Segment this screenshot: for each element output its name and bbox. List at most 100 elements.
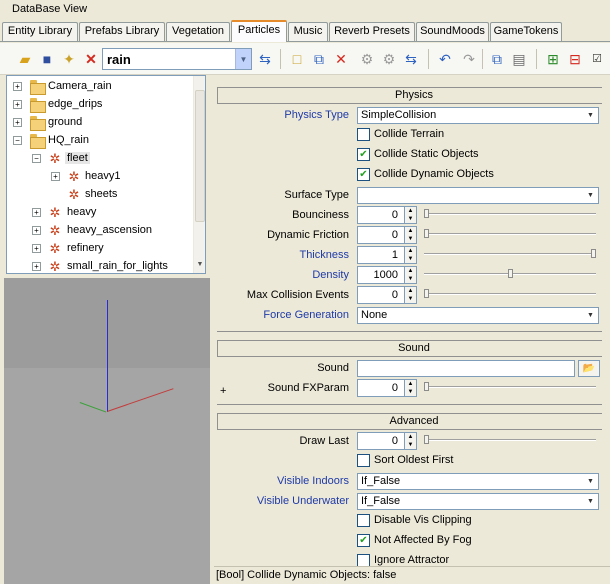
assign-icon[interactable]: ⚙: [358, 50, 376, 68]
bounciness-slider[interactable]: [424, 209, 596, 218]
density-input[interactable]: 1000: [357, 266, 405, 284]
force-generation-select[interactable]: None ▼: [357, 307, 599, 324]
spin-down-icon[interactable]: ▼: [405, 388, 416, 396]
collide-dynamic-checkbox[interactable]: ✔: [357, 168, 370, 181]
tree-item[interactable]: − HQ_rain: [7, 132, 193, 150]
spin-down-icon[interactable]: ▼: [405, 441, 416, 449]
tab-reverb-presets[interactable]: Reverb Presets: [329, 22, 415, 41]
thickness-spinner[interactable]: ▲ ▼: [405, 246, 417, 264]
collide-static-checkbox[interactable]: ✔: [357, 148, 370, 161]
tree-item[interactable]: + ✲ heavy: [7, 204, 193, 222]
dynamic-friction-spinner[interactable]: ▲ ▼: [405, 226, 417, 244]
chevron-down-icon[interactable]: ▼: [584, 475, 597, 488]
thickness-slider[interactable]: [424, 249, 596, 258]
sort-oldest-first-checkbox[interactable]: [357, 454, 370, 467]
spin-up-icon[interactable]: ▲: [405, 433, 416, 441]
collide-terrain-checkbox[interactable]: [357, 128, 370, 141]
slider-thumb[interactable]: [424, 289, 429, 298]
tree-item[interactable]: ✲ sheets: [7, 186, 193, 204]
expand-icon[interactable]: +: [32, 208, 41, 217]
open-folder-icon[interactable]: ▰: [16, 50, 34, 68]
slider-thumb[interactable]: [424, 229, 429, 238]
slider-thumb[interactable]: [424, 382, 429, 391]
tab-entity-library[interactable]: Entity Library: [2, 22, 78, 41]
advanced-section-header[interactable]: Advanced: [217, 413, 610, 430]
toggle-icon[interactable]: ☑: [588, 50, 606, 68]
chevron-down-icon[interactable]: ▼: [584, 109, 597, 122]
remove-item-icon[interactable]: ✕: [332, 50, 350, 68]
collapse-icon[interactable]: −: [13, 136, 22, 145]
copy-icon[interactable]: ⧉: [488, 50, 506, 68]
tree-item[interactable]: + ✲ refinery: [7, 240, 193, 258]
property-scrollbar[interactable]: [602, 75, 610, 565]
bounciness-input[interactable]: 0: [357, 206, 405, 224]
tab-music[interactable]: Music: [288, 22, 328, 41]
tree-item[interactable]: + edge_drips: [7, 96, 193, 114]
surface-type-select[interactable]: ▼: [357, 187, 599, 204]
redo-icon[interactable]: ↷: [460, 50, 478, 68]
add-item-icon[interactable]: □: [288, 50, 306, 68]
paste-icon[interactable]: ▤: [510, 50, 528, 68]
thickness-input[interactable]: 1: [357, 246, 405, 264]
spin-down-icon[interactable]: ▼: [405, 235, 416, 243]
chevron-down-icon[interactable]: ▼: [584, 189, 597, 202]
tab-particles[interactable]: Particles: [231, 20, 287, 42]
new-library-icon[interactable]: ✦: [60, 50, 78, 68]
max-collision-events-slider[interactable]: [424, 289, 596, 298]
delete-library-icon[interactable]: ✕: [82, 50, 100, 68]
max-collision-events-input[interactable]: 0: [357, 286, 405, 304]
spin-up-icon[interactable]: ▲: [405, 287, 416, 295]
physics-type-select[interactable]: SimpleCollision ▼: [357, 107, 599, 124]
max-collision-events-spinner[interactable]: ▲ ▼: [405, 286, 417, 304]
slider-thumb[interactable]: [424, 209, 429, 218]
tab-soundmoods[interactable]: SoundMoods: [416, 22, 489, 41]
expand-icon[interactable]: +: [32, 226, 41, 235]
expand-icon[interactable]: +: [13, 118, 22, 127]
expand-icon[interactable]: +: [32, 262, 41, 271]
tab-prefabs-library[interactable]: Prefabs Library: [79, 22, 165, 41]
reload-icon[interactable]: ⇆: [256, 50, 274, 68]
chevron-down-icon[interactable]: ▼: [584, 309, 597, 322]
add-child-icon[interactable]: ⊞: [544, 50, 562, 68]
tree-item[interactable]: + Camera_rain: [7, 78, 193, 96]
not-affected-by-fog-checkbox[interactable]: ✔: [357, 534, 370, 547]
tree-item[interactable]: + ground: [7, 114, 193, 132]
sound-fxparam-spinner[interactable]: ▲ ▼: [405, 379, 417, 397]
spin-down-icon[interactable]: ▼: [405, 275, 416, 283]
dynamic-friction-input[interactable]: 0: [357, 226, 405, 244]
particle-preview-viewport[interactable]: [4, 278, 210, 584]
spin-up-icon[interactable]: ▲: [405, 207, 416, 215]
draw-last-slider[interactable]: [424, 435, 596, 444]
sound-fxparam-slider[interactable]: [424, 382, 596, 391]
spin-up-icon[interactable]: ▲: [405, 247, 416, 255]
tree-item[interactable]: + ✲ heavy1: [7, 168, 193, 186]
get-icon[interactable]: ⚙: [380, 50, 398, 68]
clone-icon[interactable]: ⧉: [310, 50, 328, 68]
expand-icon[interactable]: +: [13, 82, 22, 91]
browse-folder-icon[interactable]: 📂: [578, 360, 600, 377]
draw-last-input[interactable]: 0: [357, 432, 405, 450]
draw-last-spinner[interactable]: ▲ ▼: [405, 432, 417, 450]
spin-up-icon[interactable]: ▲: [405, 380, 416, 388]
bounciness-spinner[interactable]: ▲ ▼: [405, 206, 417, 224]
scroll-down-icon[interactable]: ▼: [195, 261, 205, 273]
undo-icon[interactable]: ↶: [436, 50, 454, 68]
slider-thumb[interactable]: [424, 435, 429, 444]
spin-down-icon[interactable]: ▼: [405, 295, 416, 303]
collapse-icon[interactable]: −: [32, 154, 41, 163]
sound-section-header[interactable]: Sound: [217, 340, 610, 357]
spin-down-icon[interactable]: ▼: [405, 215, 416, 223]
physics-section-header[interactable]: Physics: [217, 87, 610, 104]
particle-tree[interactable]: + Camera_rain + edge_drips + ground − HQ…: [6, 75, 206, 274]
scrollbar-thumb[interactable]: [195, 90, 205, 222]
tab-gametokens[interactable]: GameTokens: [490, 22, 562, 41]
tab-vegetation[interactable]: Vegetation: [166, 22, 230, 41]
chevron-down-icon[interactable]: ▼: [235, 49, 251, 69]
visible-underwater-select[interactable]: If_False ▼: [357, 493, 599, 510]
visible-indoors-select[interactable]: If_False ▼: [357, 473, 599, 490]
density-slider[interactable]: [424, 269, 596, 278]
chevron-down-icon[interactable]: ▼: [584, 495, 597, 508]
tree-item[interactable]: + ✲ heavy_ascension: [7, 222, 193, 240]
remove-child-icon[interactable]: ⊟: [566, 50, 584, 68]
sound-fxparam-input[interactable]: 0: [357, 379, 405, 397]
